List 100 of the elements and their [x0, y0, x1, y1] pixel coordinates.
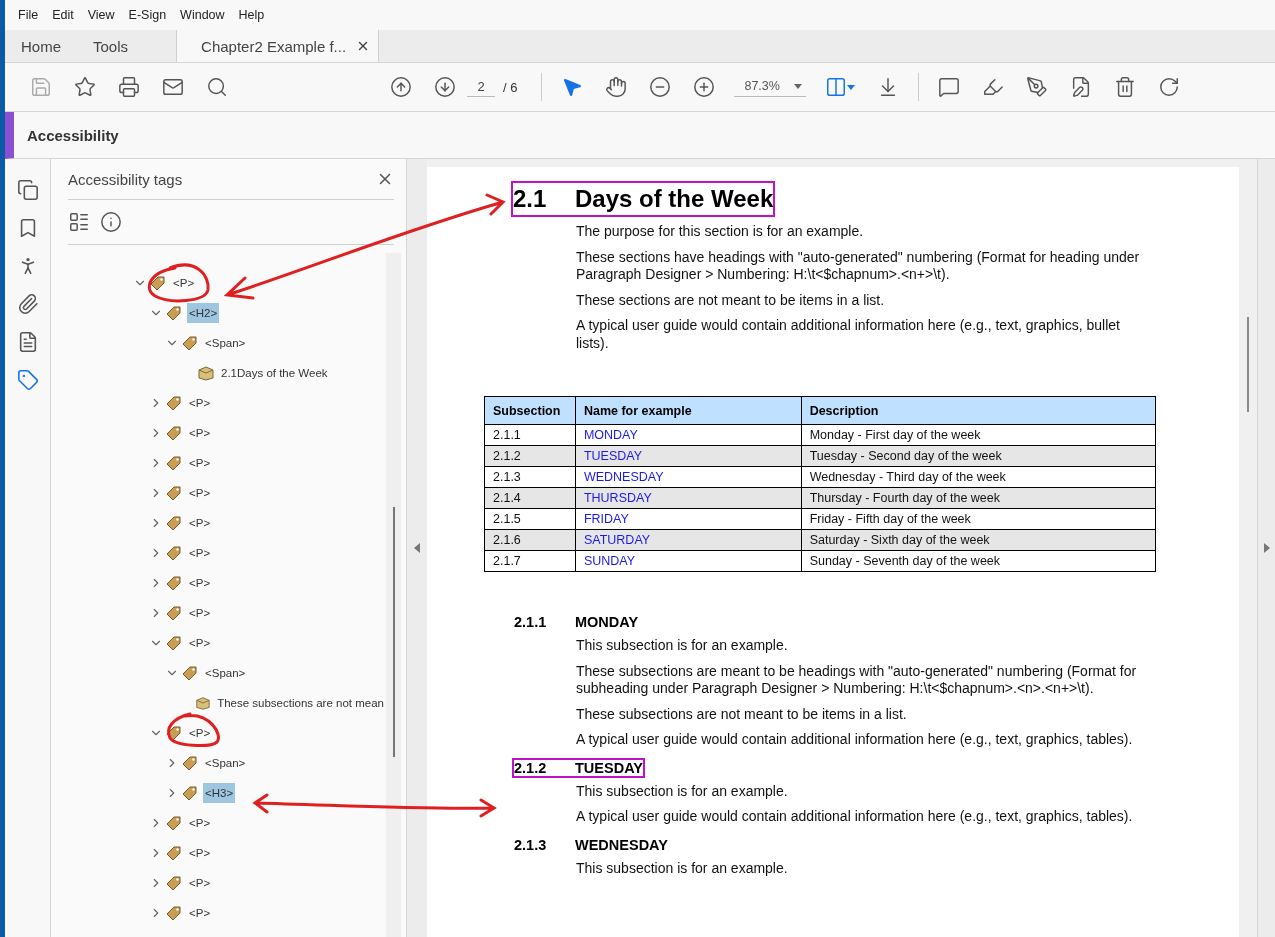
heading-number: 2.1.3 [514, 836, 548, 853]
tag-label[interactable]: <P> [187, 873, 213, 893]
menu-item[interactable]: Help [231, 4, 272, 26]
pen-icon[interactable] [1026, 76, 1049, 98]
menu-item[interactable]: E-Sign [121, 4, 174, 26]
nav-tab[interactable]: Tools [77, 30, 145, 62]
mail-icon[interactable] [162, 76, 184, 98]
tag-label[interactable]: <P> [187, 843, 213, 863]
column-header: Subsection [484, 396, 576, 425]
content-label[interactable]: These subsections are not mean [215, 693, 386, 713]
link-cell[interactable]: TUESDAY [575, 445, 802, 467]
search-icon[interactable] [206, 76, 228, 98]
tool-panel-title: Accessibility [27, 126, 119, 144]
caret-icon[interactable] [847, 84, 856, 90]
menu-item[interactable]: File [11, 4, 46, 26]
tag-icon [181, 665, 199, 681]
comment-icon[interactable] [938, 76, 961, 98]
tag-label[interactable]: <P> [187, 543, 213, 563]
tag-label[interactable]: <P> [187, 903, 213, 923]
zoom-field[interactable]: 87.3% [734, 77, 807, 97]
paragraph: These sections have headings with "auto-generated" numbering (Format for heading under Paragraph Designer > Numbering: H:\t<$chapnum>.<n+>\t). [576, 248, 1141, 284]
link-cell[interactable]: MONDAY [575, 424, 802, 446]
tag-label[interactable]: <P> [187, 573, 213, 593]
document-tab[interactable]: Chapter2 Example f... [176, 30, 380, 62]
zoom-out-icon[interactable] [649, 76, 672, 98]
link-cell[interactable]: SUNDAY [575, 550, 802, 572]
table-cell: Thursday - Fourth day of the week [801, 487, 1156, 509]
side-panel-toggle[interactable] [1257, 159, 1275, 937]
scrollbar[interactable] [1239, 167, 1257, 937]
paragraph: These subsections are meant to be headings with "auto-generated" numbering (Format for subheading under Paragraph Designer > Numbering: H:\t<$chapnum>.<n>.<n+>\t). [576, 662, 1138, 698]
zoom-in-icon[interactable] [693, 76, 716, 98]
tag-label[interactable]: <H2> [187, 303, 220, 323]
next-page-icon[interactable] [434, 76, 456, 98]
caret-icon [794, 83, 803, 89]
attachments-icon[interactable] [16, 293, 39, 315]
scrollbar[interactable] [386, 253, 401, 937]
table-cell: 2.1.2 [484, 445, 576, 467]
link-cell[interactable]: SATURDAY [575, 529, 802, 551]
table-cell: Wednesday - Third day of the week [801, 466, 1156, 488]
trash-icon[interactable] [1114, 76, 1137, 98]
content-label[interactable]: 2.1Days of the Week [219, 363, 330, 383]
tag-label[interactable]: <P> [171, 273, 197, 293]
tag-icon [181, 335, 199, 351]
menu-item[interactable]: Edit [45, 4, 81, 26]
tag-label[interactable]: <Span> [203, 753, 248, 773]
rotate-icon[interactable] [1158, 76, 1181, 98]
paragraph: A typical user guide would contain additional information here (e.g., text, graphics, tables). [576, 808, 1134, 826]
tag-label[interactable]: <P> [187, 393, 213, 413]
paragraph: This subsection is for an example. [576, 637, 789, 655]
print-icon[interactable] [118, 76, 140, 98]
tag-label[interactable]: <P> [187, 423, 213, 443]
tag-label[interactable]: <Span> [203, 333, 248, 353]
options-icon[interactable] [68, 211, 90, 233]
tag-label[interactable]: <P> [187, 513, 213, 533]
nav-tab[interactable]: Home [5, 30, 77, 62]
info-icon[interactable] [100, 211, 122, 233]
tag-icon [165, 815, 183, 831]
previous-page-icon[interactable] [390, 76, 412, 98]
tag-icon [149, 275, 167, 291]
tag-icon [181, 755, 199, 771]
tag-icon [165, 635, 183, 651]
tag-icon [165, 425, 183, 441]
pages-icon[interactable] [16, 179, 39, 201]
tag-label[interactable]: <P> [187, 483, 213, 503]
collapse-arrow-icon[interactable] [414, 543, 420, 553]
tag-label[interactable]: <P> [187, 813, 213, 833]
link-cell[interactable]: FRIDAY [575, 508, 802, 530]
table-cell: 2.1.5 [484, 508, 576, 530]
menu-item[interactable]: View [80, 4, 122, 26]
table-cell: 2.1.3 [484, 466, 576, 488]
paragraph: These sections are not meant to be items in a list. [576, 291, 886, 309]
tag-label[interactable]: <P> [187, 723, 213, 743]
table-cell: Monday - First day of the week [801, 424, 1156, 446]
tag-label[interactable]: <Span> [203, 663, 248, 683]
tag-icon [165, 455, 183, 471]
tag-label[interactable]: <P> [187, 453, 213, 473]
paragraph: A typical user guide would contain additional information here (e.g., text, graphics, bullet lists). [576, 317, 1121, 352]
tag-label[interactable]: <H3> [203, 783, 236, 803]
page-count: / 6 [503, 79, 518, 95]
pointer-icon[interactable] [561, 76, 584, 98]
heading-title: MONDAY [575, 614, 639, 630]
tag-icon [165, 845, 183, 861]
expand-arrow-icon[interactable] [1263, 543, 1270, 553]
paragraph: The purpose for this section is for an example. [576, 223, 865, 241]
tag-icon [165, 905, 183, 921]
hand-icon[interactable] [605, 76, 628, 98]
link-cell[interactable]: THURSDAY [575, 487, 802, 509]
star-icon[interactable] [74, 76, 96, 98]
menu-item[interactable]: Window [173, 4, 232, 26]
heading-number: 2.1 [513, 185, 548, 213]
tag-label[interactable]: <P> [187, 633, 213, 653]
page-number-field[interactable]: 2 [467, 77, 495, 97]
heading-number: 2.1.1 [514, 614, 548, 630]
link-cell[interactable]: WEDNESDAY [575, 466, 802, 488]
heading-title: Days of the Week [575, 185, 774, 213]
tag-label[interactable]: <P> [187, 603, 213, 623]
highlighter-icon[interactable] [982, 76, 1005, 98]
table-cell: 2.1.4 [484, 487, 576, 509]
tags-icon[interactable] [16, 369, 39, 391]
tag-icon [165, 575, 183, 591]
